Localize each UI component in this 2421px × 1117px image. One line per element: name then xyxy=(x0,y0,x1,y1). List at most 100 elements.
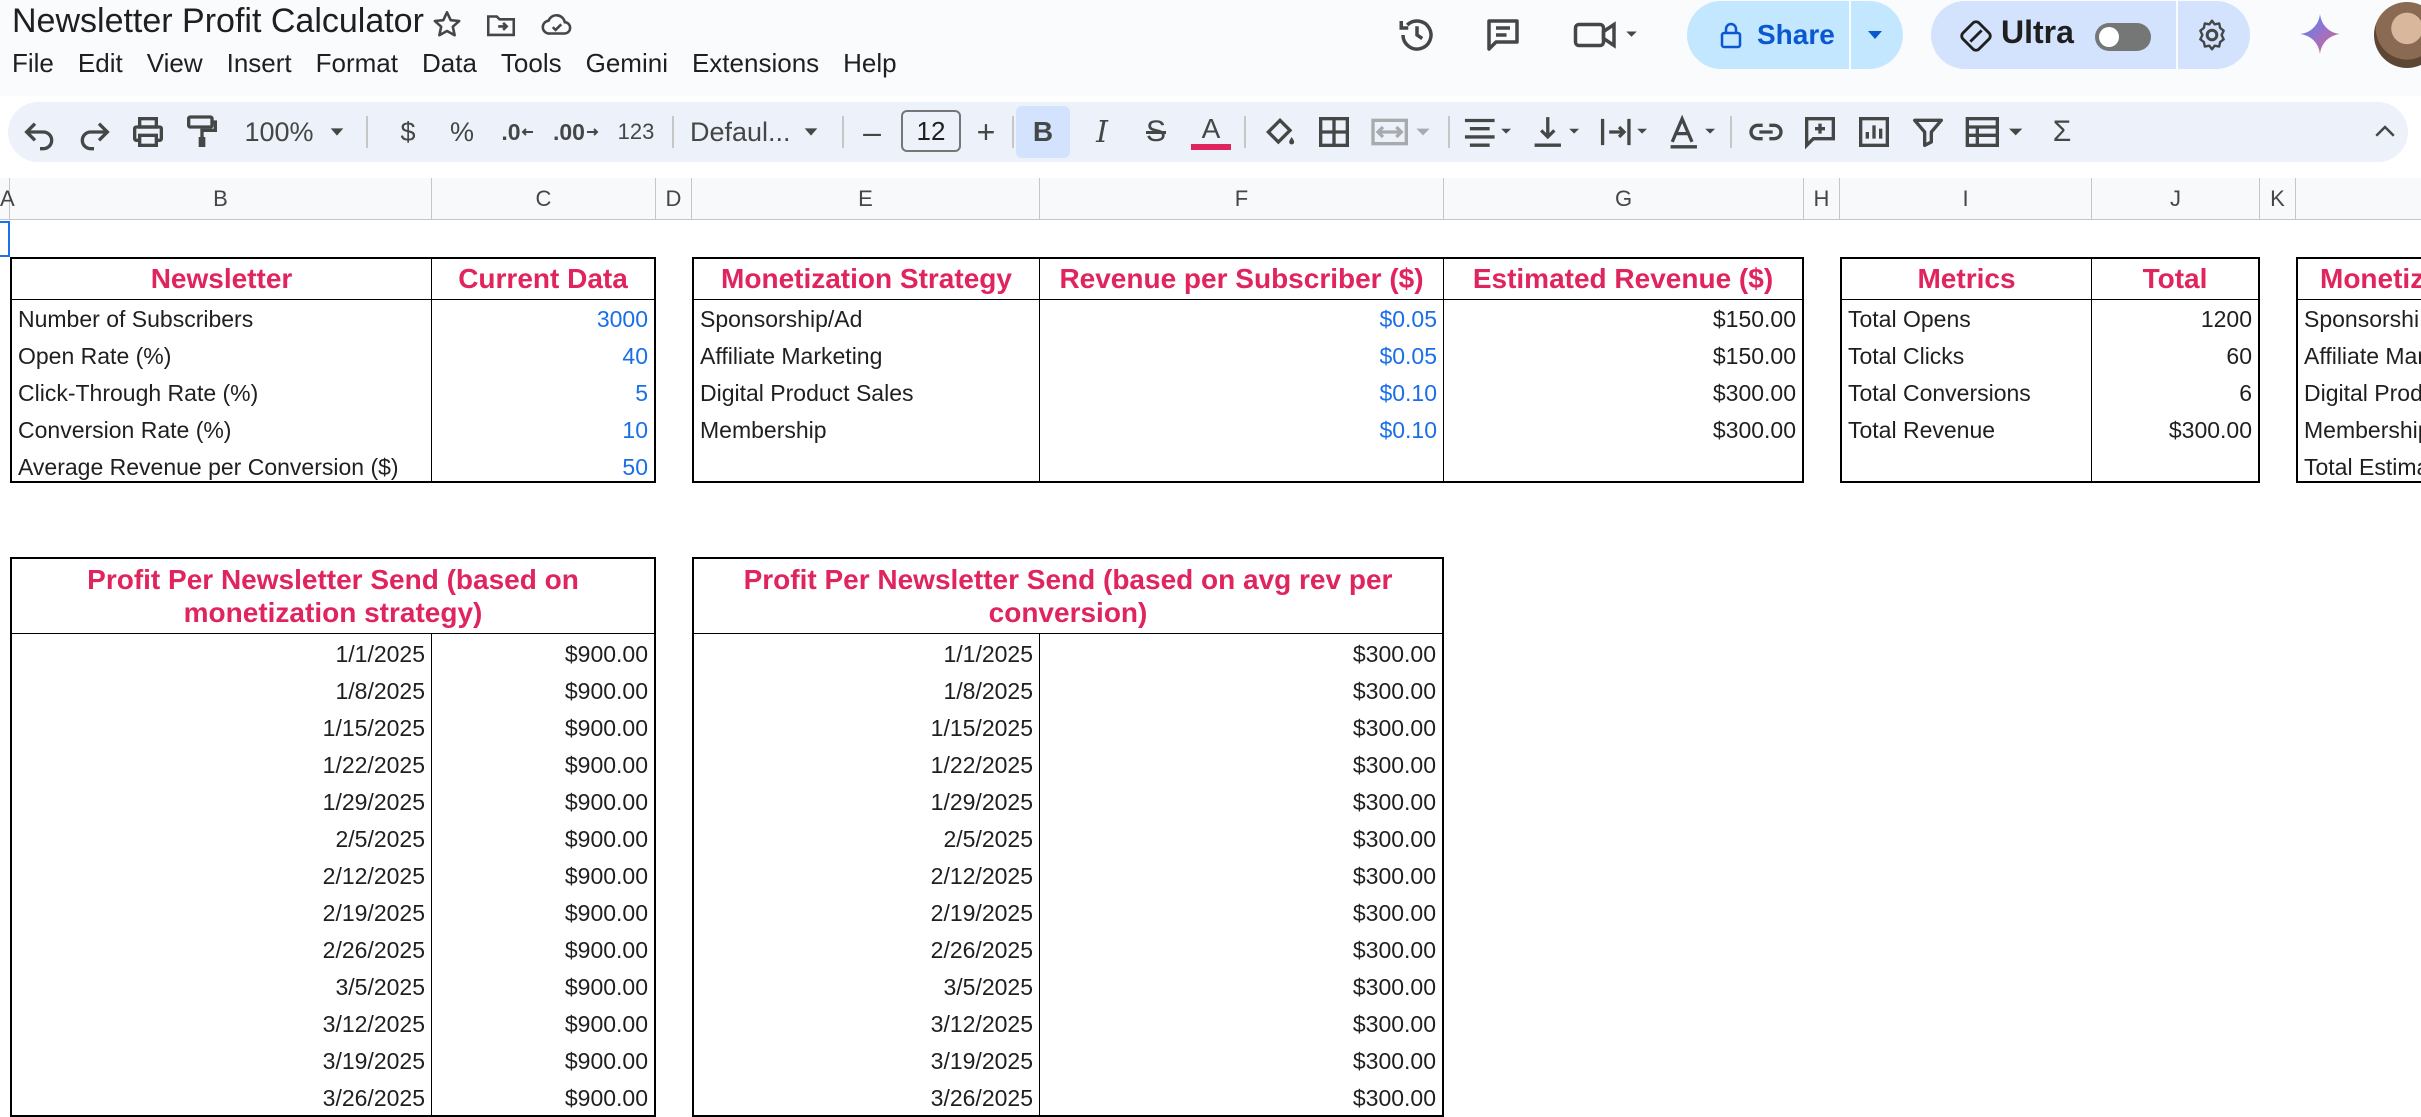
table-row-value[interactable]: $0.10 xyxy=(1040,375,1443,411)
bold-button[interactable]: B xyxy=(1016,106,1070,158)
table-row-amount[interactable]: $900.00 xyxy=(432,710,654,746)
table-row-date[interactable]: 3/26/2025 xyxy=(12,1080,431,1116)
table-row-date[interactable]: 1/22/2025 xyxy=(12,747,431,783)
table-row-date[interactable]: 1/8/2025 xyxy=(12,673,431,709)
table-row-amount[interactable]: $300.00 xyxy=(1040,636,1442,672)
format-currency-button[interactable]: $ xyxy=(388,112,428,152)
zoom-select[interactable]: 100% xyxy=(240,112,350,152)
metrics-header[interactable]: Metrics xyxy=(1842,261,2091,297)
newsletter-header[interactable]: Newsletter xyxy=(12,261,431,297)
font-size-input[interactable]: 12 xyxy=(901,110,961,152)
table-row-date[interactable]: 3/12/2025 xyxy=(694,1006,1039,1042)
table-row-label[interactable]: Conversion Rate (%) xyxy=(12,412,431,448)
table-row-value[interactable]: $150.00 xyxy=(1444,301,1802,337)
menu-help[interactable]: Help xyxy=(831,44,908,84)
table-row-date[interactable]: 2/26/2025 xyxy=(694,932,1039,968)
table-row-date[interactable]: 3/5/2025 xyxy=(694,969,1039,1005)
table-row-value[interactable]: $150.00 xyxy=(1444,338,1802,374)
table-row-date[interactable]: 2/5/2025 xyxy=(12,821,431,857)
table-row-amount[interactable]: $300.00 xyxy=(1040,858,1442,894)
table-row-value[interactable]: 60 xyxy=(2092,338,2258,374)
table-row-date[interactable]: 2/5/2025 xyxy=(694,821,1039,857)
table-row-label[interactable]: Sponsorship/Ad xyxy=(694,301,1039,337)
functions-button[interactable]: Σ xyxy=(2042,112,2082,152)
share-button[interactable]: Share xyxy=(1687,1,1903,69)
avatar[interactable] xyxy=(2374,2,2421,68)
table-row-value[interactable]: 50 xyxy=(432,449,654,485)
column-header-k[interactable]: K xyxy=(2260,178,2296,220)
table-row-label[interactable]: Total Estima xyxy=(2298,449,2421,485)
table-row-value[interactable]: $0.05 xyxy=(1040,301,1443,337)
table-row-label[interactable]: Average Revenue per Conversion ($) xyxy=(12,449,431,485)
table-row-label[interactable]: Total Revenue xyxy=(1842,412,2091,448)
chevron-down-icon[interactable] xyxy=(1865,25,1885,45)
ultra-toggle-switch[interactable] xyxy=(2095,23,2151,51)
column-header-g[interactable]: G xyxy=(1444,178,1804,220)
table-row-amount[interactable]: $900.00 xyxy=(432,1006,654,1042)
fill-color-icon[interactable] xyxy=(1260,112,1300,152)
filter-icon[interactable] xyxy=(1908,112,1948,152)
table-row-date[interactable]: 1/8/2025 xyxy=(694,673,1039,709)
table-row-date[interactable]: 1/29/2025 xyxy=(12,784,431,820)
table-row-label[interactable]: Click-Through Rate (%) xyxy=(12,375,431,411)
menu-extensions[interactable]: Extensions xyxy=(680,44,831,84)
table-row-amount[interactable]: $900.00 xyxy=(432,747,654,783)
italic-button[interactable]: I xyxy=(1082,112,1122,152)
table-row-date[interactable]: 1/1/2025 xyxy=(694,636,1039,672)
table-row-date[interactable]: 2/26/2025 xyxy=(12,932,431,968)
table-row-amount[interactable]: $900.00 xyxy=(432,673,654,709)
table-row-date[interactable]: 1/22/2025 xyxy=(694,747,1039,783)
table-row-amount[interactable]: $900.00 xyxy=(432,932,654,968)
move-to-folder-icon[interactable] xyxy=(484,8,518,42)
insert-chart-icon[interactable] xyxy=(1854,112,1894,152)
version-history-icon[interactable] xyxy=(1396,14,1438,56)
table-row-value[interactable]: $0.10 xyxy=(1040,412,1443,448)
table-row-label[interactable]: Digital Prod xyxy=(2298,375,2421,411)
table-row-date[interactable]: 1/29/2025 xyxy=(694,784,1039,820)
share-main[interactable]: Share xyxy=(1687,1,1847,69)
table-row-date[interactable]: 3/5/2025 xyxy=(12,969,431,1005)
table-row-amount[interactable]: $300.00 xyxy=(1040,895,1442,931)
current-data-header[interactable]: Current Data xyxy=(432,261,654,297)
decrease-decimal-button[interactable]: .0 xyxy=(494,112,542,152)
table-row-amount[interactable]: $300.00 xyxy=(1040,1043,1442,1079)
comments-icon[interactable] xyxy=(1482,14,1524,56)
table-row-value[interactable]: $300.00 xyxy=(2092,412,2258,448)
table-row-amount[interactable]: $900.00 xyxy=(432,1080,654,1116)
table-row-value[interactable]: 6 xyxy=(2092,375,2258,411)
table-row-date[interactable]: 2/12/2025 xyxy=(694,858,1039,894)
menu-format[interactable]: Format xyxy=(304,44,410,84)
menu-insert[interactable]: Insert xyxy=(215,44,304,84)
table-row-date[interactable]: 1/1/2025 xyxy=(12,636,431,672)
table-row-date[interactable]: 1/15/2025 xyxy=(694,710,1039,746)
table-row-amount[interactable]: $300.00 xyxy=(1040,932,1442,968)
table-row-value[interactable]: $0.05 xyxy=(1040,338,1443,374)
gemini-spark-icon[interactable] xyxy=(2298,12,2342,56)
merge-cells-icon[interactable] xyxy=(1368,112,1438,152)
estimated-revenue-header[interactable]: Estimated Revenue ($) xyxy=(1444,261,1802,297)
column-header-i[interactable]: I xyxy=(1840,178,2092,220)
column-header-c[interactable]: C xyxy=(432,178,656,220)
revenue-per-subscriber-header[interactable]: Revenue per Subscriber ($) xyxy=(1040,261,1443,297)
table-row-value[interactable]: 5 xyxy=(432,375,654,411)
table-row-amount[interactable]: $900.00 xyxy=(432,858,654,894)
undo-icon[interactable] xyxy=(20,112,60,152)
table-row-amount[interactable]: $300.00 xyxy=(1040,1080,1442,1116)
table-row-date[interactable]: 2/12/2025 xyxy=(12,858,431,894)
text-wrapping-icon[interactable] xyxy=(1596,112,1652,152)
table-row-date[interactable]: 2/19/2025 xyxy=(12,895,431,931)
table-row-value[interactable]: 3000 xyxy=(432,301,654,337)
table-row-value[interactable]: $300.00 xyxy=(1444,375,1802,411)
table-row-label[interactable]: Affiliate Marketing xyxy=(694,338,1039,374)
table-row-value[interactable]: 1200 xyxy=(2092,301,2258,337)
table-row-label[interactable]: Affiliate Mar xyxy=(2298,338,2421,374)
table-row-date[interactable]: 3/12/2025 xyxy=(12,1006,431,1042)
table-row-amount[interactable]: $900.00 xyxy=(432,895,654,931)
table-row-amount[interactable]: $300.00 xyxy=(1040,710,1442,746)
monetization-summary-header[interactable]: Monetiz xyxy=(2298,261,2421,297)
table-row-label[interactable]: Total Clicks xyxy=(1842,338,2091,374)
insert-comment-icon[interactable] xyxy=(1800,112,1840,152)
table-row-value[interactable]: $300.00 xyxy=(1444,412,1802,448)
borders-icon[interactable] xyxy=(1314,112,1354,152)
table-view-icon[interactable] xyxy=(1962,112,2026,152)
